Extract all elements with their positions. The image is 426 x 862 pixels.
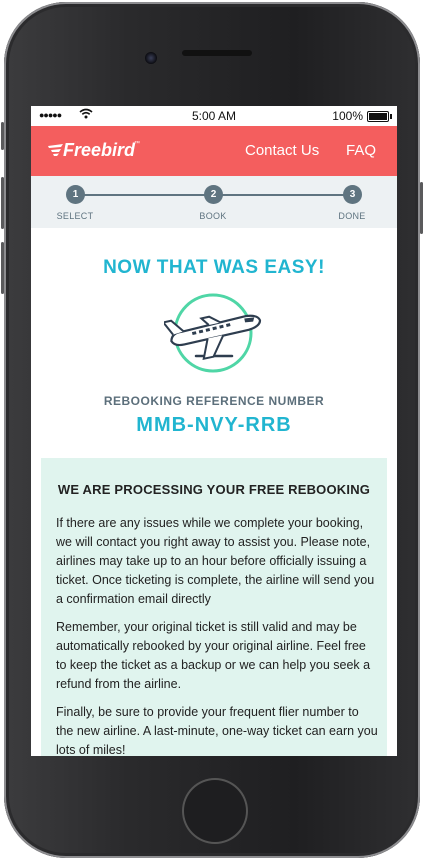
battery-icon bbox=[367, 111, 392, 122]
info-panel: WE ARE PROCESSING YOUR FREE REBOOKING If… bbox=[41, 458, 387, 756]
step-3-label: DONE bbox=[338, 211, 366, 221]
battery-level bbox=[369, 113, 387, 120]
step-1-label: SELECT bbox=[56, 211, 94, 221]
earpiece-speaker bbox=[182, 50, 252, 56]
front-camera bbox=[145, 52, 157, 64]
step-2-label: BOOK bbox=[199, 211, 227, 221]
progress-steps: 1 SELECT 2 BOOK 3 DONE bbox=[31, 176, 397, 228]
logo-trademark: ™ bbox=[134, 141, 140, 147]
battery-percentage: 100% bbox=[332, 109, 363, 123]
step-3-circle: 3 bbox=[343, 185, 362, 204]
volume-down-button bbox=[1, 242, 4, 294]
reference-number: MMB-NVY-RRB bbox=[136, 414, 292, 436]
nav-contact-us[interactable]: Contact Us bbox=[245, 142, 319, 159]
volume-up-button bbox=[1, 177, 4, 229]
info-paragraph-3: Finally, be sure to provide your frequen… bbox=[56, 705, 378, 756]
info-title: WE ARE PROCESSING YOUR FREE REBOOKING bbox=[57, 482, 371, 497]
info-paragraph-1: If there are any issues while we complet… bbox=[56, 516, 375, 606]
freebird-logo[interactable]: Freebird bbox=[63, 140, 135, 161]
reference-label: REBOOKING REFERENCE NUMBER bbox=[103, 394, 325, 408]
info-paragraph-2: Remember, your original ticket is still … bbox=[56, 620, 371, 691]
app-header: Freebird ™ Contact Us FAQ bbox=[31, 126, 397, 176]
mute-switch bbox=[1, 122, 4, 150]
phone-screen: ●●●●● 5:00 AM 100% Freebird ™ Contact Us… bbox=[31, 106, 397, 756]
success-title: NOW THAT WAS EASY! bbox=[103, 257, 325, 278]
nav-faq[interactable]: FAQ bbox=[346, 142, 376, 159]
step-2-circle: 2 bbox=[204, 185, 223, 204]
home-button[interactable] bbox=[182, 778, 248, 844]
step-1-circle: 1 bbox=[66, 185, 85, 204]
power-button bbox=[420, 182, 423, 234]
airplane-icon bbox=[164, 293, 262, 373]
status-bar: ●●●●● 5:00 AM 100% bbox=[31, 106, 397, 126]
